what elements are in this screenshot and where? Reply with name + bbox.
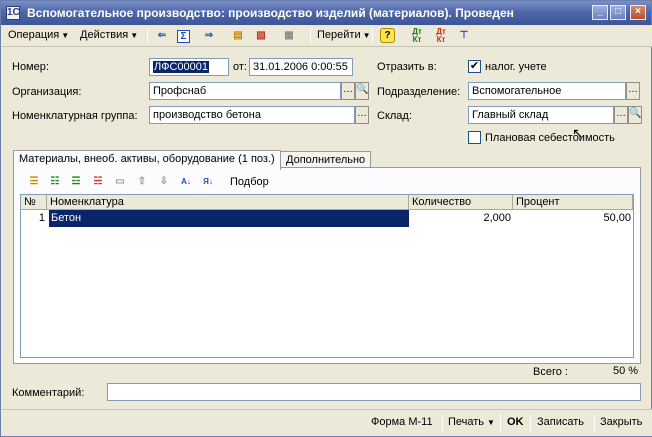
operation-menu-label: Операция xyxy=(8,29,60,41)
reflect-label: Отразить в: xyxy=(377,61,437,73)
warehouse-select-button[interactable]: … xyxy=(614,106,628,124)
sort-ascending-icon[interactable]: A↓ xyxy=(178,174,194,190)
sort-descending-icon[interactable]: Я↓ xyxy=(200,174,216,190)
app-icon: 1С xyxy=(6,6,20,20)
toolbar-separator xyxy=(147,28,148,44)
chevron-down-icon: ▼ xyxy=(130,31,139,40)
move-up-icon[interactable]: ⇧ xyxy=(134,174,150,190)
organization-field[interactable]: Профснаб xyxy=(149,82,341,100)
document-arrow-icon[interactable]: ⇒ xyxy=(201,28,217,44)
date-field[interactable]: 31.01.2006 0:00:55 xyxy=(249,58,353,76)
copy-row-icon[interactable]: ☷ xyxy=(47,174,63,190)
window-title: Вспомогательное производство: производст… xyxy=(27,6,514,20)
percent-cell[interactable]: 50,00 xyxy=(513,210,631,227)
toolbar-separator xyxy=(310,28,311,44)
toolbar-separator xyxy=(530,414,531,432)
save-button[interactable]: Записать xyxy=(537,416,584,428)
ok-button[interactable]: OK xyxy=(507,416,524,428)
delete-row-icon[interactable]: ☵ xyxy=(90,174,106,190)
bottom-toolbar: Форма М-11 Печать ▼ OK Записать Закрыть xyxy=(2,409,652,436)
warehouse-field[interactable]: Главный склад xyxy=(468,106,614,124)
toolbar-separator xyxy=(594,414,595,432)
selection-button[interactable]: Подбор xyxy=(230,176,269,188)
quantity-cell[interactable]: 2,000 xyxy=(409,210,511,227)
close-window-button[interactable]: × xyxy=(630,5,646,20)
mouse-cursor-icon: ↖ xyxy=(572,125,584,141)
toolbar-separator xyxy=(222,174,223,190)
warehouse-label: Склад: xyxy=(377,110,412,122)
planned-cost-label: Плановая себестоимость xyxy=(485,132,615,144)
main-toolbar: Операция ▼ Действия ▼ ⇐ Σ ⇒ ▤ ▧ ▦ Перейти ▼… xyxy=(2,25,652,47)
materials-table[interactable]: № Номенклатура Количество Процент 1 Бето… xyxy=(20,194,634,358)
operation-menu[interactable]: Операция ▼ xyxy=(8,29,69,41)
tax-accounting-label: налог. учете xyxy=(485,61,547,73)
organization-label: Организация: xyxy=(12,86,82,98)
number-field[interactable]: ЛФС00001 xyxy=(149,58,229,76)
print-menu[interactable]: Печать ▼ xyxy=(448,416,495,428)
division-field[interactable]: Вспомогательное xyxy=(468,82,626,100)
column-header-number[interactable]: № xyxy=(21,195,47,210)
toolbar-separator xyxy=(500,414,501,432)
actions-menu-label: Действия xyxy=(80,29,129,41)
number-value: ЛФС00001 xyxy=(153,61,209,73)
division-select-button[interactable]: … xyxy=(626,82,640,100)
total-label: Всего : xyxy=(533,366,568,378)
organization-select-button[interactable]: … xyxy=(341,82,355,100)
row-number-cell: 1 xyxy=(38,212,45,224)
dtn-kt-icon[interactable]: Дт Кт xyxy=(431,28,451,44)
tax-accounting-checkbox[interactable]: ✔ xyxy=(468,60,481,73)
column-header-nomenclature[interactable]: Номенклатура xyxy=(47,195,409,210)
structure-icon[interactable]: Σ xyxy=(177,30,190,43)
date-label: от: xyxy=(233,61,247,73)
column-header-percent[interactable]: Процент xyxy=(513,195,633,210)
chevron-down-icon: ▼ xyxy=(487,418,495,427)
toolbar-separator xyxy=(372,28,373,44)
end-edit-icon[interactable]: ▭ xyxy=(112,174,128,190)
structure-tree-icon[interactable]: ⊤ xyxy=(456,28,472,44)
arrow-left-icon[interactable]: ⇐ xyxy=(154,28,170,44)
organization-search-icon[interactable]: 🔍 xyxy=(355,82,369,100)
move-down-icon[interactable]: ⇩ xyxy=(156,174,172,190)
division-label: Подразделение: xyxy=(377,86,461,98)
nomenclature-group-label: Номенклатурная группа: xyxy=(12,110,138,122)
title-bar[interactable]: 1С Вспомогательное производство: произво… xyxy=(1,1,651,25)
minimize-button[interactable]: _ xyxy=(592,5,608,20)
document-window: 1С Вспомогательное производство: произво… xyxy=(0,0,652,437)
maximize-button[interactable]: □ xyxy=(610,5,626,20)
print-menu-label: Печать xyxy=(448,416,485,428)
unpost-document-icon[interactable]: ▧ xyxy=(253,28,269,44)
post-document-icon[interactable]: ▤ xyxy=(230,28,246,44)
number-label: Номер: xyxy=(12,61,49,73)
planned-cost-checkbox[interactable] xyxy=(468,131,481,144)
print-preview-icon[interactable]: ▦ xyxy=(281,28,297,44)
form-m11-button[interactable]: Форма М-11 xyxy=(371,416,433,428)
goto-menu[interactable]: Перейти ▼ xyxy=(317,29,371,41)
nomenclature-cell[interactable]: Бетон xyxy=(49,210,409,227)
edit-row-icon[interactable]: ☲ xyxy=(68,174,84,190)
help-button[interactable]: ? xyxy=(380,28,395,43)
chevron-down-icon: ▼ xyxy=(61,31,70,40)
dt-kt-icon[interactable]: Дт Кт xyxy=(407,28,427,44)
nomenclature-group-field[interactable]: производство бетона xyxy=(149,106,355,124)
add-row-icon[interactable]: ☰ xyxy=(26,174,42,190)
materials-tab-panel: ☰ ☷ ☲ ☵ ▭ ⇧ ⇩ A↓ Я↓ Подбор № Номенклатур… xyxy=(13,167,641,364)
comment-label: Комментарий: xyxy=(12,387,85,399)
warehouse-search-icon[interactable]: 🔍 xyxy=(628,106,642,124)
total-value: 50 % xyxy=(613,365,639,377)
toolbar-separator xyxy=(442,414,443,432)
tab-materials[interactable]: Материалы, внеоб. активы, оборудование (… xyxy=(13,150,281,170)
column-header-quantity[interactable]: Количество xyxy=(409,195,513,210)
nomenclature-group-select-button[interactable]: … xyxy=(355,106,369,124)
close-button[interactable]: Закрыть xyxy=(600,416,642,428)
comment-field[interactable] xyxy=(107,383,641,401)
table-toolbar: ☰ ☷ ☲ ☵ ▭ ⇧ ⇩ A↓ Я↓ Подбор xyxy=(20,172,620,192)
actions-menu[interactable]: Действия ▼ xyxy=(80,29,138,41)
chevron-down-icon: ▼ xyxy=(362,31,371,40)
goto-menu-label: Перейти xyxy=(317,29,361,41)
